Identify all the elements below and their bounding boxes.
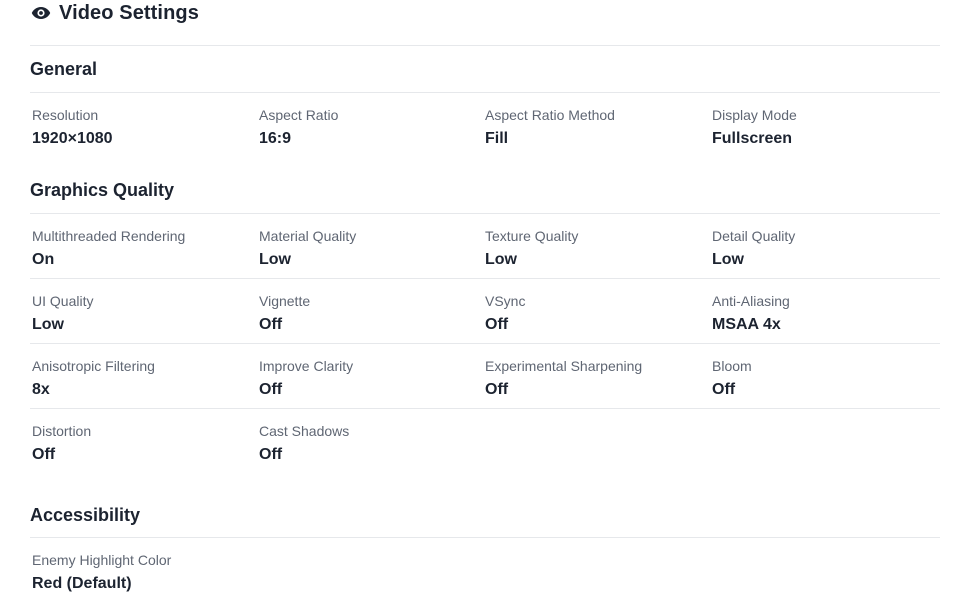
- setting-value: 1920×1080: [32, 130, 113, 147]
- setting-value: Low: [259, 251, 291, 268]
- setting-value: Red (Default): [32, 575, 132, 592]
- setting-value: Off: [712, 381, 736, 398]
- settings-row: Distortion Off Cast Shadows Off: [30, 409, 940, 473]
- setting-value: 16:9: [259, 130, 292, 147]
- setting-value: Low: [485, 251, 517, 268]
- setting-value: Off: [485, 316, 509, 333]
- setting-value: Off: [485, 381, 509, 398]
- setting-label: Texture Quality: [485, 228, 579, 244]
- eye-icon: [31, 6, 51, 20]
- settings-row: Enemy Highlight Color Red (Default): [30, 538, 940, 602]
- setting-value: Off: [259, 446, 283, 463]
- video-settings-panel: Video Settings General Resolution 1920×1…: [30, 0, 940, 602]
- setting-value: Fullscreen: [712, 130, 793, 147]
- setting-value: Off: [259, 381, 283, 398]
- setting-label: Aspect Ratio: [259, 107, 339, 123]
- setting-label: Vignette: [259, 293, 311, 309]
- setting-label: Enemy Highlight Color: [32, 552, 172, 568]
- setting-label: Aspect Ratio Method: [485, 107, 615, 123]
- setting-value: Off: [32, 446, 56, 463]
- setting-label: Bloom: [712, 358, 752, 374]
- setting-label: Experimental Sharpening: [485, 358, 643, 374]
- setting-value: Fill: [485, 130, 509, 147]
- section-title-graphics: Graphics Quality: [30, 180, 175, 200]
- setting-value: Off: [259, 316, 283, 333]
- setting-label: Resolution: [32, 107, 99, 123]
- setting-value: Low: [32, 316, 64, 333]
- settings-row: Resolution 1920×1080 Aspect Ratio 16:9 A…: [30, 93, 940, 157]
- section-title-general: General: [30, 59, 98, 79]
- section-title-accessibility: Accessibility: [30, 505, 141, 525]
- setting-label: UI Quality: [32, 293, 94, 309]
- setting-label: Material Quality: [259, 228, 357, 244]
- setting-label: VSync: [485, 293, 526, 309]
- setting-value: MSAA 4x: [712, 316, 781, 333]
- setting-label: Detail Quality: [712, 228, 796, 244]
- settings-row: UI Quality Low Vignette Off VSync Off An…: [30, 279, 940, 344]
- page-title: Video Settings: [59, 1, 199, 24]
- setting-label: Improve Clarity: [259, 358, 354, 374]
- setting-label: Anisotropic Filtering: [32, 358, 155, 374]
- setting-label: Distortion: [32, 423, 92, 439]
- setting-label: Multithreaded Rendering: [32, 228, 186, 244]
- setting-label: Display Mode: [712, 107, 797, 123]
- setting-label: Cast Shadows: [259, 423, 350, 439]
- setting-value: Low: [712, 251, 744, 268]
- setting-value: 8x: [32, 381, 50, 398]
- setting-value: On: [32, 251, 55, 268]
- settings-row: Multithreaded Rendering On Material Qual…: [30, 214, 940, 279]
- setting-label: Anti-Aliasing: [712, 293, 790, 309]
- settings-row: Anisotropic Filtering 8x Improve Clarity…: [30, 344, 940, 409]
- panel-header: Video Settings: [30, 0, 940, 26]
